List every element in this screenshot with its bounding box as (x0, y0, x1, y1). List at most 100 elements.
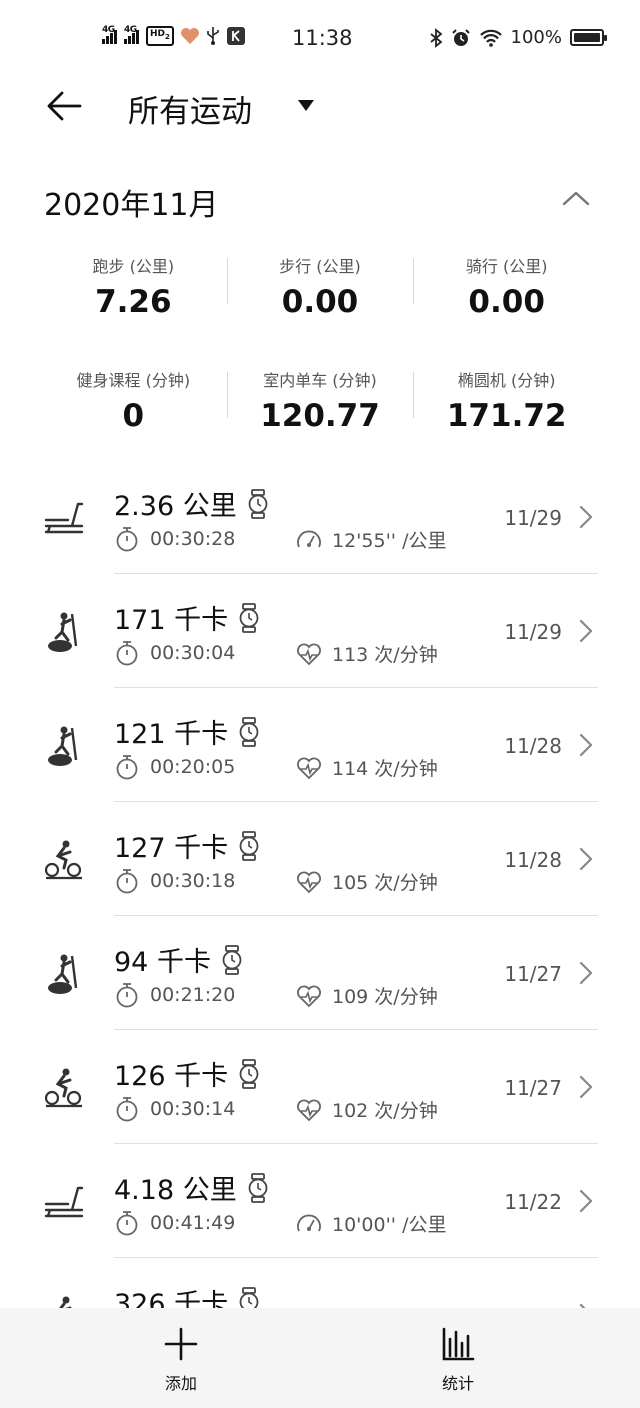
metric-value: 114 次/分钟 (332, 758, 438, 780)
duration-value: 00:30:14 (150, 1098, 236, 1120)
workout-date: 11/29 (504, 506, 562, 530)
stat-elliptical: 椭圆机 (分钟) 171.72 (413, 368, 600, 434)
duration-value: 00:30:04 (150, 642, 236, 664)
watch-icon (238, 602, 260, 633)
watch-icon (247, 1172, 269, 1203)
workout-summary: 127 千卡 (114, 826, 260, 865)
stopwatch-icon (114, 526, 140, 552)
month-label: 2020年11月 (44, 188, 219, 223)
stat-cycling: 骑行 (公里) 0.00 (413, 254, 600, 320)
stopwatch-icon (114, 640, 140, 666)
stopwatch-icon (114, 1210, 140, 1236)
indoor-cycling-icon (42, 1066, 86, 1110)
metric-value: 10'00'' /公里 (332, 1214, 447, 1236)
watch-icon (247, 488, 269, 519)
workout-metric: 12'55'' /公里 (296, 526, 446, 553)
workout-row[interactable]: 2.36 公里 00:30:28 12'55'' /公里 11/29 (0, 460, 640, 574)
workout-main-value: 121 千卡 (114, 719, 229, 750)
workout-metric: 10'00'' /公里 (296, 1210, 446, 1237)
elliptical-icon (42, 952, 86, 996)
duration-value: 00:21:20 (150, 984, 236, 1006)
duration-value: 00:20:05 (150, 756, 236, 778)
plus-icon (164, 1327, 198, 1361)
k-app-icon (226, 27, 245, 45)
workout-main-value: 2.36 公里 (114, 491, 237, 522)
statistics-button[interactable]: 统计 (408, 1326, 508, 1394)
bluetooth-icon (429, 27, 442, 48)
health-app-icon (180, 28, 199, 44)
stopwatch-icon (114, 754, 140, 780)
stat-fitness-course: 健身课程 (分钟) 0 (40, 368, 227, 434)
workout-date: 11/28 (504, 734, 562, 758)
indoor-cycling-icon (42, 838, 86, 882)
cellular-signal-icon: 4G (102, 25, 118, 44)
workout-row[interactable]: 171 千卡 00:30:04 113 次/分钟 11/29 (0, 574, 640, 688)
workout-summary: 94 千卡 (114, 940, 243, 979)
chevron-right-icon (578, 846, 594, 872)
watch-icon (221, 944, 243, 975)
back-arrow-icon[interactable] (44, 86, 84, 126)
stat-label: 健身课程 (分钟) (76, 371, 191, 390)
workout-row[interactable]: 326 千卡 (0, 1258, 640, 1308)
stat-indoor-cycling: 室内单车 (分钟) 120.77 (226, 368, 414, 434)
workout-date: 11/22 (504, 1190, 562, 1214)
duration: 00:30:28 (114, 526, 235, 552)
workout-main-value: 127 千卡 (114, 833, 229, 864)
workout-row[interactable]: 127 千卡 00:30:18 105 次/分钟 11/28 (0, 802, 640, 916)
workout-summary: 326 千卡 (114, 1282, 260, 1308)
status-bar: 4G 4G HD2 11:38 100% (0, 0, 640, 78)
workout-summary: 2.36 公里 (114, 484, 269, 523)
workout-metric: 109 次/分钟 (296, 982, 438, 1009)
chevron-right-icon (578, 1188, 594, 1214)
battery-icon (570, 29, 607, 46)
chevron-right-icon (578, 504, 594, 530)
dropdown-caret-icon[interactable] (298, 100, 314, 111)
usb-icon (207, 27, 219, 45)
workout-row[interactable]: 121 千卡 00:20:05 114 次/分钟 11/28 (0, 688, 640, 802)
metric-value: 12'55'' /公里 (332, 530, 447, 552)
statistics-label: 统计 (441, 1374, 474, 1393)
heart-rate-icon (296, 641, 322, 667)
workout-row[interactable]: 126 千卡 00:30:14 102 次/分钟 11/27 (0, 1030, 640, 1144)
stopwatch-icon (114, 982, 140, 1008)
workout-metric: 105 次/分钟 (296, 868, 438, 895)
workout-row[interactable]: 94 千卡 00:21:20 109 次/分钟 11/27 (0, 916, 640, 1030)
workout-main-value: 4.18 公里 (114, 1175, 237, 1206)
workout-summary: 121 千卡 (114, 712, 260, 751)
chevron-up-icon[interactable] (560, 188, 592, 208)
indoor-cycling-icon (42, 1294, 86, 1308)
chevron-right-icon (578, 960, 594, 986)
alarm-icon (451, 28, 470, 46)
duration-value: 00:30:18 (150, 870, 236, 892)
page-title[interactable]: 所有运动 (128, 86, 252, 131)
workout-row[interactable]: 4.18 公里 00:41:49 10'00'' /公里 11/22 (0, 1144, 640, 1258)
wifi-icon (479, 29, 502, 47)
stats-row-2: 健身课程 (分钟) 0 室内单车 (分钟) 120.77 椭圆机 (分钟) 17… (40, 368, 600, 434)
watch-icon (238, 716, 260, 747)
duration: 00:30:04 (114, 640, 235, 666)
stats-row-1: 跑步 (公里) 7.26 步行 (公里) 0.00 骑行 (公里) 0.00 (40, 254, 600, 320)
watch-icon (238, 1286, 260, 1308)
stat-label: 椭圆机 (分钟) (457, 371, 556, 390)
battery-percent: 100% (510, 27, 562, 48)
workout-summary: 171 千卡 (114, 598, 260, 637)
heart-rate-icon (296, 983, 322, 1009)
cellular-signal-icon-2: 4G (124, 25, 140, 44)
hd-label: HD (150, 29, 166, 40)
metric-value: 105 次/分钟 (332, 872, 438, 894)
duration: 00:30:14 (114, 1096, 235, 1122)
duration: 00:20:05 (114, 754, 235, 780)
watch-icon (238, 830, 260, 861)
add-label: 添加 (164, 1374, 197, 1393)
metric-value: 102 次/分钟 (332, 1100, 438, 1122)
stopwatch-icon (114, 868, 140, 894)
workout-date: 11/27 (504, 1076, 562, 1100)
pace-icon (296, 1211, 322, 1237)
bar-chart-icon (442, 1327, 475, 1361)
clock: 11:38 (292, 26, 353, 50)
workout-summary: 4.18 公里 (114, 1168, 269, 1207)
add-button[interactable]: 添加 (131, 1326, 231, 1394)
workout-metric: 114 次/分钟 (296, 754, 438, 781)
treadmill-icon (42, 1180, 86, 1224)
stat-label: 步行 (公里) (279, 257, 361, 276)
